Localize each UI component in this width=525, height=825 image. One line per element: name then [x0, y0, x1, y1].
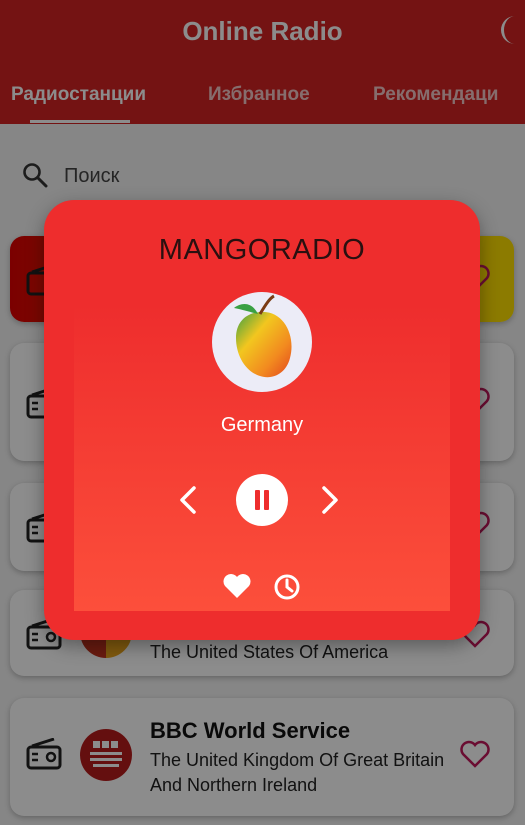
clock-icon[interactable] — [272, 572, 302, 602]
heart-filled-icon[interactable] — [222, 572, 252, 600]
chevron-left-icon[interactable] — [172, 483, 206, 517]
station-logo — [212, 292, 312, 392]
pause-icon — [255, 490, 269, 510]
player-country: Germany — [220, 414, 304, 436]
player-station-name: MANGORADIO — [158, 234, 366, 266]
play-pause-button[interactable] — [236, 474, 288, 526]
chevron-right-icon[interactable] — [312, 483, 346, 517]
player-dialog: MANGORADIO Germany — [44, 200, 480, 640]
mango-logo-icon — [234, 294, 292, 378]
